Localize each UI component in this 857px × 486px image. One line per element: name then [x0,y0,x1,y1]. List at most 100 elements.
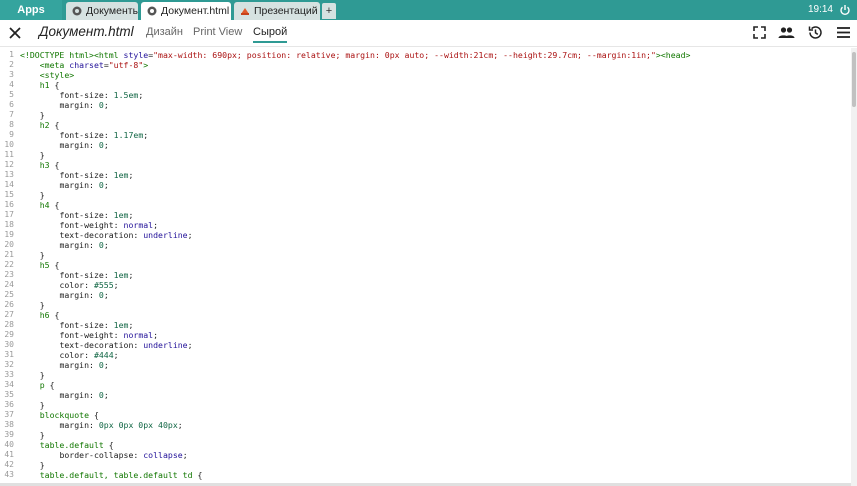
code-line[interactable]: h6 { [20,310,60,320]
fullscreen-icon[interactable] [751,24,768,41]
line-number: 7 [9,110,14,119]
code-token: margin [59,360,90,370]
close-icon[interactable] [6,24,24,42]
code-line[interactable]: font-size: 1.5em; [20,90,143,100]
code-line[interactable]: table.default, table.default td { [20,470,203,480]
code-line[interactable]: <style> [20,70,75,80]
code-line[interactable]: <!DOCTYPE html><html style="max-width: 6… [20,50,690,60]
code-token: ; [103,360,109,370]
code-token: font-size [59,210,104,220]
line-number: 5 [9,90,14,99]
code-line[interactable]: margin: 0; [20,290,108,300]
tab-raw[interactable]: Сырой [253,26,288,43]
menu-icon[interactable] [835,24,852,41]
code-line[interactable]: margin: 0; [20,240,109,250]
code-line[interactable]: margin: 0; [20,360,109,370]
code-token: : [133,340,144,350]
history-icon[interactable] [807,24,824,41]
code-line[interactable]: text-decoration: underline; [20,230,192,240]
code-line[interactable]: margin: 0; [20,140,108,150]
vertical-scrollbar[interactable] [851,48,857,486]
apps-button[interactable]: Apps [0,0,62,20]
line-number: 4 [9,80,14,89]
code-line[interactable]: } [20,110,45,120]
code-line[interactable]: color: #555; [20,280,118,290]
new-tab-button[interactable]: + [322,3,336,19]
code-token: "utf-8" [108,60,144,70]
code-line[interactable]: p { [20,380,55,390]
code-token: : [133,450,144,460]
code-token: ; [103,240,109,250]
code-token: h4 [39,200,55,210]
code-editor[interactable]: 1 2 3 4 5 6 7 8 9 10 11 12 13 14 15 16 17 18 19 20 21 22 23 24 2… [0,48,857,486]
code-line[interactable]: } [20,300,45,310]
code-token: font-size [59,270,104,280]
line-number: 14 [4,180,14,189]
code-token: font-size [59,320,104,330]
tab-design[interactable]: Дизайн [146,26,183,38]
code-token: : [89,180,99,190]
code-line[interactable]: border-collapse: collapse; [20,450,187,460]
code-token: border-collapse [59,450,134,460]
code-line[interactable]: table.default { [20,440,114,450]
code-token: { [54,120,60,130]
code-token: ; [153,220,159,230]
code-line[interactable]: } [20,400,45,410]
code-token: color [59,280,85,290]
code-line[interactable]: } [20,150,45,160]
tab-print-view[interactable]: Print View [193,26,242,38]
code-line[interactable]: color: #444; [20,350,119,360]
code-line[interactable]: margin: 0; [20,390,108,400]
code-line[interactable]: h3 { [20,160,60,170]
code-line[interactable]: font-size: 1em; [20,320,133,330]
code-line[interactable]: font-weight: normal; [20,220,158,230]
code-line[interactable]: } [20,430,45,440]
code-line[interactable]: font-size: 1em; [20,170,133,180]
code-line[interactable]: } [20,250,45,260]
power-icon[interactable] [839,4,851,16]
code-line[interactable]: h2 { [20,120,60,130]
code-line[interactable]: h1 { [20,80,60,90]
tab-document-html[interactable]: Документ.html [141,2,231,20]
code-line[interactable]: font-weight: normal; [20,330,158,340]
document-app-icon [147,6,157,16]
code-line[interactable]: text-decoration: underline; [20,340,193,350]
code-line[interactable]: } [20,460,45,470]
code-line[interactable]: margin: 0px 0px 0px 40px; [20,420,182,430]
code-line[interactable]: h5 { [20,260,60,270]
line-number: 39 [4,430,14,439]
code-token: ; [187,340,193,350]
code-token: h5 [39,260,55,270]
code-line[interactable]: <meta charset="utf-8"> [20,60,148,70]
code-line[interactable]: margin: 0; [20,180,108,190]
document-title[interactable]: Документ.html [39,24,134,39]
code-token: } [39,370,45,380]
line-number: 30 [4,340,14,349]
code-line[interactable]: font-size: 1.17em; [20,130,148,140]
code-token: margin [59,100,90,110]
code-line[interactable]: } [20,190,45,200]
code-line[interactable]: font-size: 1em; [20,210,133,220]
docs-app-icon [72,6,82,16]
line-number: 21 [4,250,14,259]
tab-documents[interactable]: Документы [66,2,138,20]
code-token: ; [138,90,144,100]
scrollbar-thumb[interactable] [852,52,856,107]
line-number: 42 [4,460,14,469]
code-line[interactable]: margin: 0; [20,100,108,110]
code-line[interactable]: } [20,370,45,380]
code-line[interactable]: font-size: 1em; [20,270,133,280]
people-icon[interactable] [777,24,796,41]
tab-presentation[interactable]: Презентаций [234,2,320,20]
code-line[interactable]: blockquote { [20,410,99,420]
line-number: 12 [4,160,14,169]
code-token: ; [113,350,119,360]
code-token: normal [123,330,154,340]
code-line[interactable]: h4 { [20,200,60,210]
